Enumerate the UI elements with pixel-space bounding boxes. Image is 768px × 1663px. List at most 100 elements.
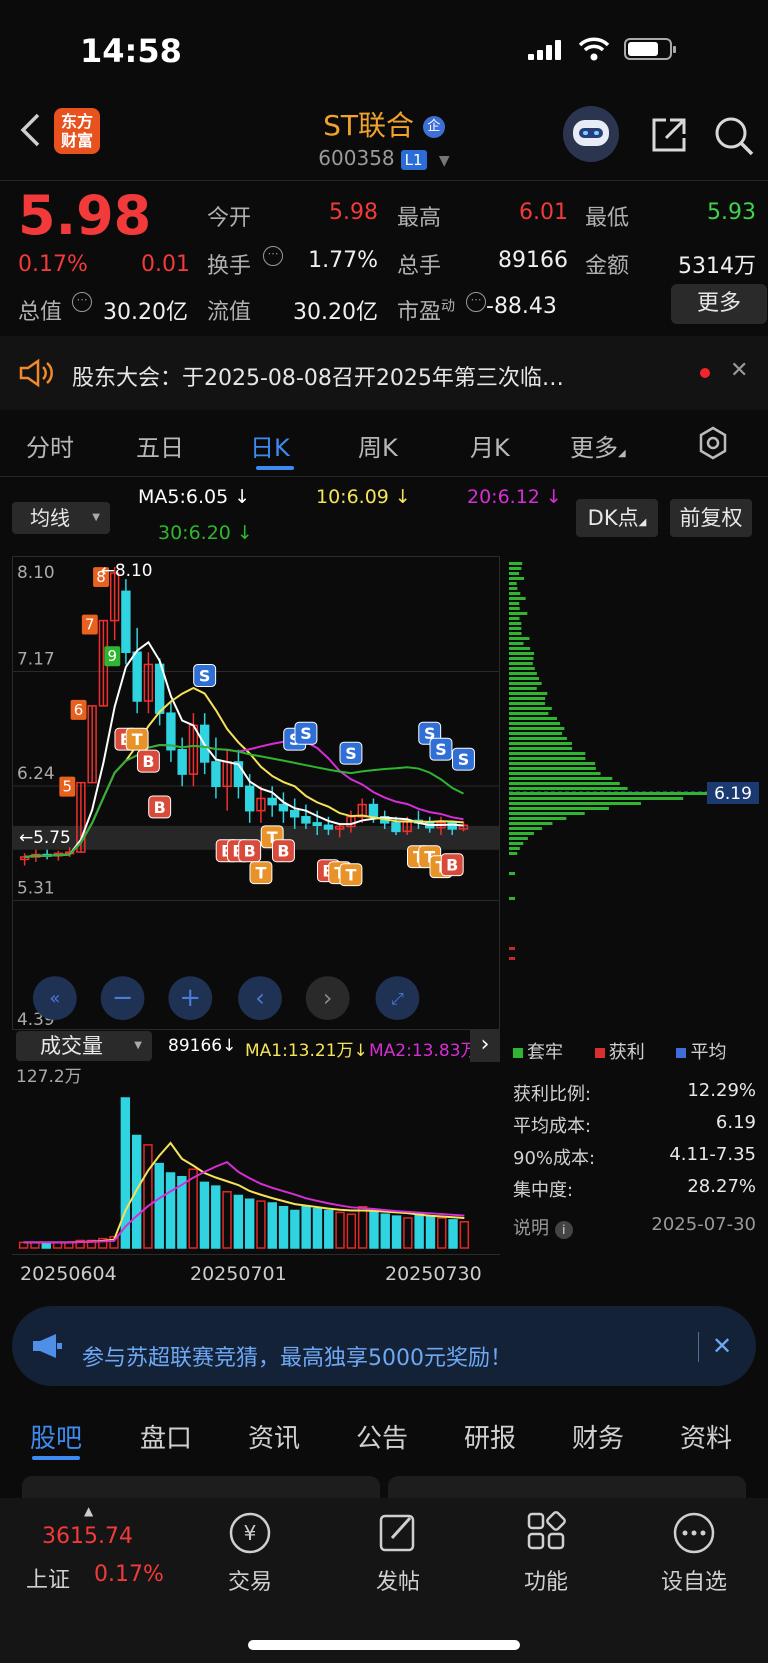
status-time: 14:58 bbox=[80, 32, 182, 70]
volume-bar bbox=[302, 1207, 310, 1248]
chip-bar bbox=[509, 632, 522, 635]
tab-profile[interactable]: 资料 bbox=[680, 1418, 732, 1455]
chip-bar bbox=[509, 947, 515, 950]
explain-link[interactable]: 说明 i bbox=[513, 1214, 573, 1240]
signal-marker-text: S bbox=[435, 740, 446, 759]
volume-bar bbox=[313, 1209, 321, 1248]
nav-trade[interactable]: 交易 bbox=[200, 1564, 300, 1596]
chip-bar bbox=[509, 852, 517, 855]
high-marker-value: 8.10 bbox=[115, 560, 153, 580]
chip-bar bbox=[509, 592, 520, 595]
ma-selector[interactable]: 均线 ▼ bbox=[12, 502, 110, 534]
chevron-down-icon: ▼ bbox=[134, 1031, 142, 1061]
banner-divider bbox=[698, 1332, 699, 1362]
chip-bar bbox=[509, 897, 515, 900]
limit-up-tag-text: 6 bbox=[74, 701, 84, 719]
tab-five-day[interactable]: 五日 bbox=[136, 428, 184, 463]
index-value: 3615.74 bbox=[42, 1524, 133, 1549]
more-button[interactable]: 更多 bbox=[671, 284, 767, 324]
candle-body bbox=[313, 823, 321, 825]
chip-bar bbox=[509, 752, 585, 755]
adjust-button[interactable]: 前复权 bbox=[670, 499, 752, 537]
more-circle-icon[interactable] bbox=[644, 1508, 744, 1558]
gear-icon[interactable] bbox=[696, 426, 730, 460]
tab-intraday[interactable]: 分时 bbox=[26, 428, 74, 463]
legend-average: 平均 bbox=[676, 1042, 726, 1063]
tab-daily-k[interactable]: 日K bbox=[250, 428, 290, 463]
info-icon[interactable]: ⋯ bbox=[466, 292, 486, 312]
low-marker: ←5.75 bbox=[19, 827, 71, 847]
nav-watchlist[interactable]: 设自选 bbox=[644, 1564, 744, 1596]
index-widget[interactable]: ▲ 3615.74 上证 0.17% bbox=[22, 1504, 162, 1594]
chip-bar bbox=[509, 717, 557, 720]
nav-functions[interactable]: 功能 bbox=[496, 1564, 596, 1596]
chip-bar bbox=[509, 817, 566, 820]
chip-bar bbox=[509, 582, 517, 585]
legend-average-text: 平均 bbox=[690, 1042, 726, 1063]
trade-icon[interactable]: ¥ bbox=[200, 1508, 300, 1558]
tab-finance[interactable]: 财务 bbox=[572, 1418, 624, 1455]
dk-point-button[interactable]: DK点◢ bbox=[576, 499, 658, 537]
volume-bar bbox=[438, 1218, 446, 1248]
candle-body bbox=[167, 713, 175, 750]
robot-avatar-icon[interactable] bbox=[563, 106, 619, 162]
chip-bar bbox=[509, 577, 524, 580]
chip-bar bbox=[509, 622, 521, 625]
y-tick-label: 5.31 bbox=[17, 878, 55, 898]
chip-bar bbox=[509, 657, 534, 660]
signal-marker-text: T bbox=[346, 866, 357, 885]
chip-bar bbox=[509, 692, 547, 695]
index-change: 0.17% bbox=[94, 1562, 164, 1587]
notice-text[interactable]: 股东大会：于2025-08-08召开2025年第三次临… bbox=[72, 360, 564, 392]
candle-body bbox=[302, 817, 310, 823]
volume-bar bbox=[223, 1192, 231, 1248]
volume-bar bbox=[325, 1211, 333, 1249]
volume-value: 89166 bbox=[470, 248, 568, 273]
signal-marker-text: S bbox=[300, 724, 311, 743]
info-icon[interactable]: ⋯ bbox=[72, 292, 92, 312]
candle-body bbox=[370, 805, 378, 817]
chip-bars bbox=[509, 562, 739, 960]
chip-bar bbox=[509, 647, 530, 650]
close-icon[interactable]: ✕ bbox=[712, 1332, 732, 1360]
explain-text: 说明 bbox=[513, 1218, 549, 1239]
tab-monthly-k[interactable]: 月K bbox=[470, 428, 510, 463]
mktcap-value: 30.20亿 bbox=[92, 294, 188, 326]
signal-marker-text: T bbox=[132, 730, 143, 749]
info-icon[interactable]: ⋯ bbox=[263, 246, 283, 266]
change-pct: 0.17% bbox=[18, 252, 88, 277]
close-icon[interactable]: ✕ bbox=[730, 358, 748, 383]
nav-post[interactable]: 发帖 bbox=[348, 1564, 448, 1596]
profit-ratio-value: 12.29% bbox=[687, 1080, 756, 1101]
candle-body bbox=[133, 652, 141, 701]
ma30-value: 30:6.20 bbox=[158, 522, 231, 544]
tab-orderbook[interactable]: 盘口 bbox=[140, 1418, 192, 1455]
low-marker-value: 5.75 bbox=[33, 827, 71, 847]
chip-bar bbox=[509, 567, 521, 570]
legend-trapped-text: 套牢 bbox=[527, 1042, 563, 1063]
tab-news[interactable]: 资讯 bbox=[248, 1418, 300, 1455]
chip-bar bbox=[509, 837, 528, 840]
volume-selector[interactable]: 成交量 ▼ bbox=[16, 1031, 152, 1061]
grid-functions-icon[interactable] bbox=[496, 1508, 596, 1558]
chip-distribution: 6.19 bbox=[509, 556, 759, 1030]
tab-more[interactable]: 更多◢ bbox=[570, 428, 626, 463]
volume-label: 总手 bbox=[397, 248, 441, 280]
tab-announcements[interactable]: 公告 bbox=[356, 1418, 408, 1455]
tab-guba[interactable]: 股吧 bbox=[30, 1418, 82, 1455]
promo-banner-text[interactable]: 参与苏超联赛竞猜，最高独享5000元奖励！ bbox=[82, 1340, 512, 1372]
volume-ma2: MA2:13.83万 bbox=[369, 1036, 478, 1061]
tab-weekly-k[interactable]: 周K bbox=[358, 428, 398, 463]
down-arrow-icon: ↓ bbox=[228, 486, 250, 508]
kline-chart[interactable]: 8.10 7.17 6.24 5.31 4.39 56789BTBBBBBTTB… bbox=[12, 556, 500, 1030]
share-icon[interactable] bbox=[648, 114, 690, 156]
current-price: 5.98 bbox=[18, 184, 151, 247]
plus-icon: + bbox=[179, 983, 201, 1013]
signal-marker-text: B bbox=[446, 856, 458, 875]
search-icon[interactable] bbox=[712, 114, 756, 158]
ma5-text: MA5:6.05 ↓ bbox=[138, 486, 250, 508]
volume-chart: 127.2万 20250604 bbox=[12, 1064, 500, 1254]
chevron-right-icon[interactable]: › bbox=[470, 1030, 500, 1062]
tab-research[interactable]: 研报 bbox=[464, 1418, 516, 1455]
edit-post-icon[interactable] bbox=[348, 1508, 448, 1558]
